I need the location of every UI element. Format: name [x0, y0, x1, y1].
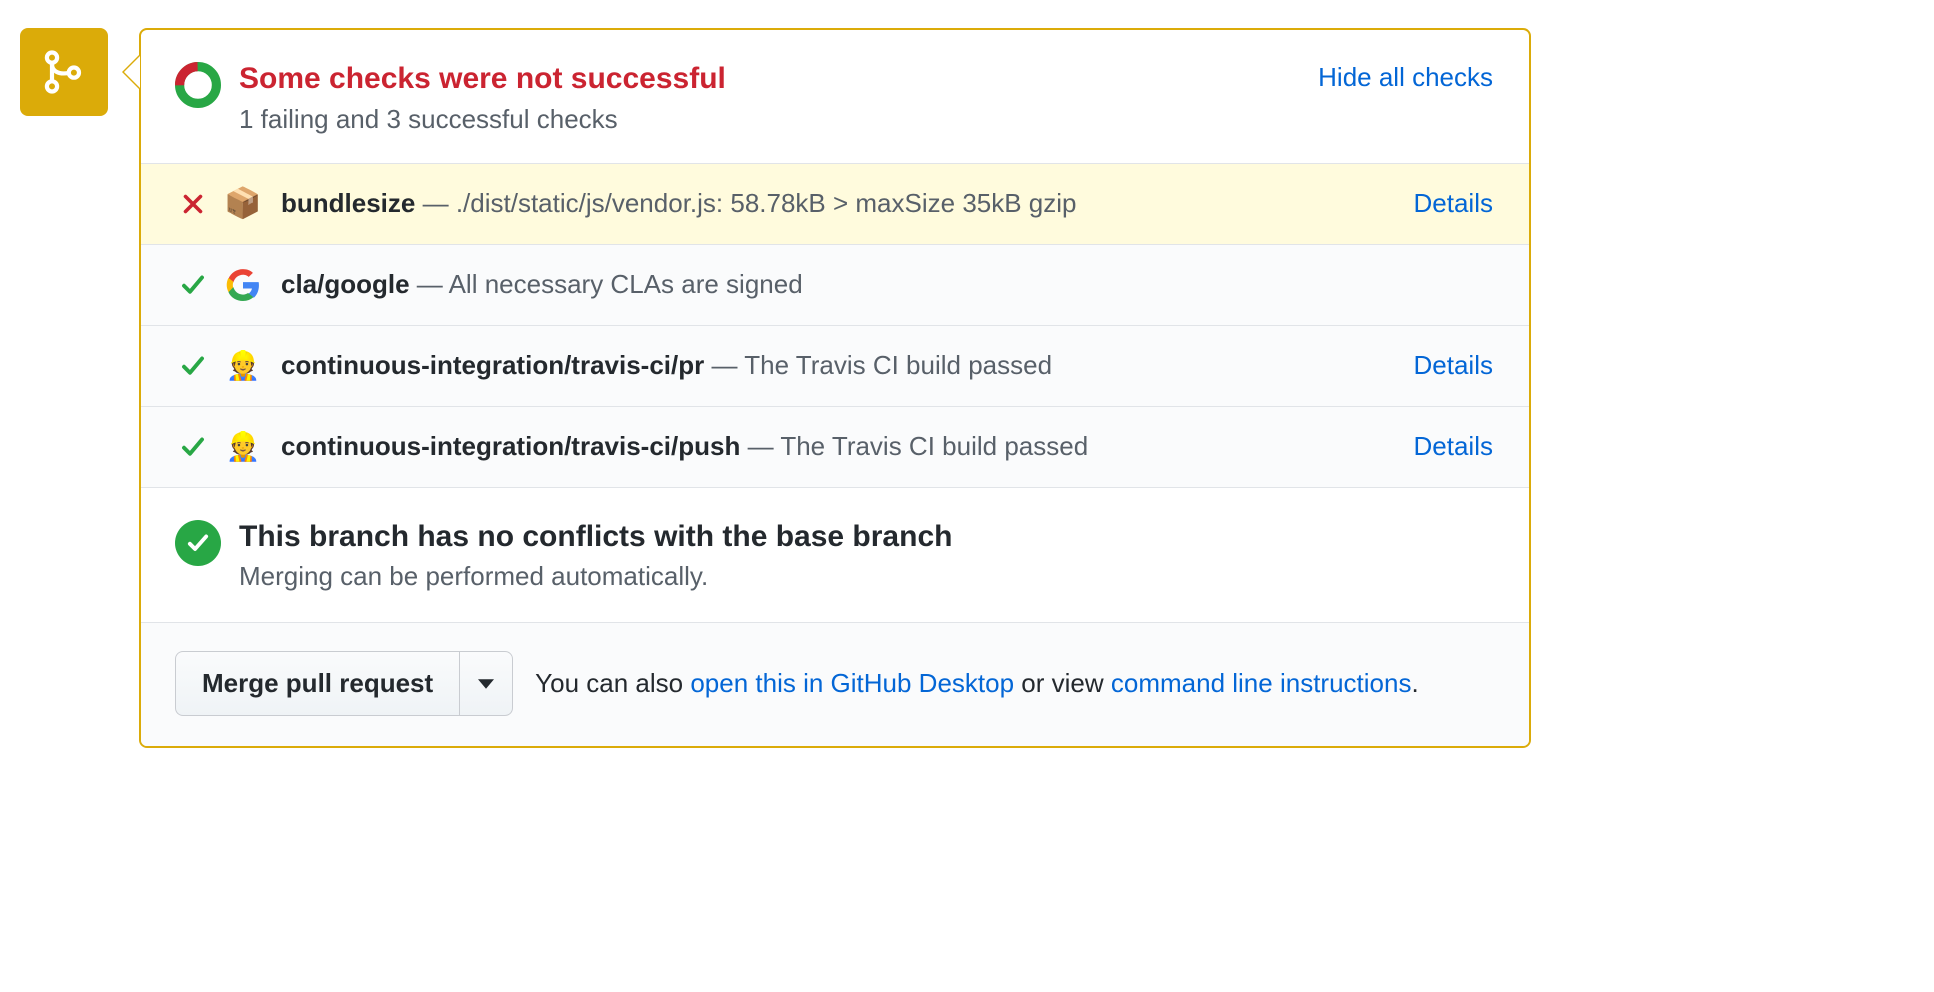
check-row-travis-push: 👷 continuous-integration/travis-ci/push … — [141, 406, 1529, 487]
checks-panel: Some checks were not successful 1 failin… — [139, 28, 1531, 748]
checks-subtitle: 1 failing and 3 successful checks — [239, 104, 1300, 135]
check-name: continuous-integration/travis-ci/pr — [281, 350, 704, 380]
checks-header: Some checks were not successful 1 failin… — [141, 30, 1529, 163]
panel-pointer — [122, 54, 140, 90]
check-icon — [181, 435, 205, 459]
check-text: cla/google — All necessary CLAs are sign… — [281, 269, 1493, 300]
hide-all-checks-link[interactable]: Hide all checks — [1318, 62, 1493, 93]
merge-help-text: You can also open this in GitHub Desktop… — [535, 668, 1419, 699]
merge-section: Merge pull request You can also open thi… — [141, 622, 1529, 746]
merge-pull-request-button[interactable]: Merge pull request — [175, 651, 459, 716]
check-row-cla-google: cla/google — All necessary CLAs are sign… — [141, 244, 1529, 325]
merge-dropdown-button[interactable] — [459, 651, 513, 716]
git-merge-icon — [40, 48, 88, 96]
check-name: cla/google — [281, 269, 410, 299]
travis-icon: 👷 — [225, 429, 261, 465]
checks-title: Some checks were not successful — [239, 60, 1300, 98]
details-link[interactable]: Details — [1414, 431, 1493, 462]
check-icon — [181, 354, 205, 378]
check-text: continuous-integration/travis-ci/pr — Th… — [281, 350, 1394, 381]
cli-instructions-link[interactable]: command line instructions — [1111, 668, 1412, 698]
details-link[interactable]: Details — [1414, 350, 1493, 381]
conflict-subtitle: Merging can be performed automatically. — [239, 561, 952, 592]
travis-icon: 👷 — [225, 348, 261, 384]
conflict-title: This branch has no conflicts with the ba… — [239, 518, 952, 556]
conflict-section: This branch has no conflicts with the ba… — [141, 487, 1529, 623]
check-row-bundlesize: 📦 bundlesize — ./dist/static/js/vendor.j… — [141, 163, 1529, 244]
details-link[interactable]: Details — [1414, 188, 1493, 219]
check-text: continuous-integration/travis-ci/push — … — [281, 431, 1394, 462]
open-desktop-link[interactable]: open this in GitHub Desktop — [690, 668, 1014, 698]
package-icon: 📦 — [225, 186, 261, 222]
success-circle-icon — [175, 520, 221, 566]
caret-down-icon — [478, 678, 494, 690]
status-donut-icon — [175, 62, 221, 108]
check-row-travis-pr: 👷 continuous-integration/travis-ci/pr — … — [141, 325, 1529, 406]
check-icon — [181, 273, 205, 297]
merge-button-group: Merge pull request — [175, 651, 513, 716]
merge-status-badge — [20, 28, 108, 116]
check-name: continuous-integration/travis-ci/push — [281, 431, 740, 461]
check-name: bundlesize — [281, 188, 415, 218]
x-icon — [181, 192, 205, 216]
google-icon — [225, 267, 261, 303]
check-text: bundlesize — ./dist/static/js/vendor.js:… — [281, 188, 1394, 219]
